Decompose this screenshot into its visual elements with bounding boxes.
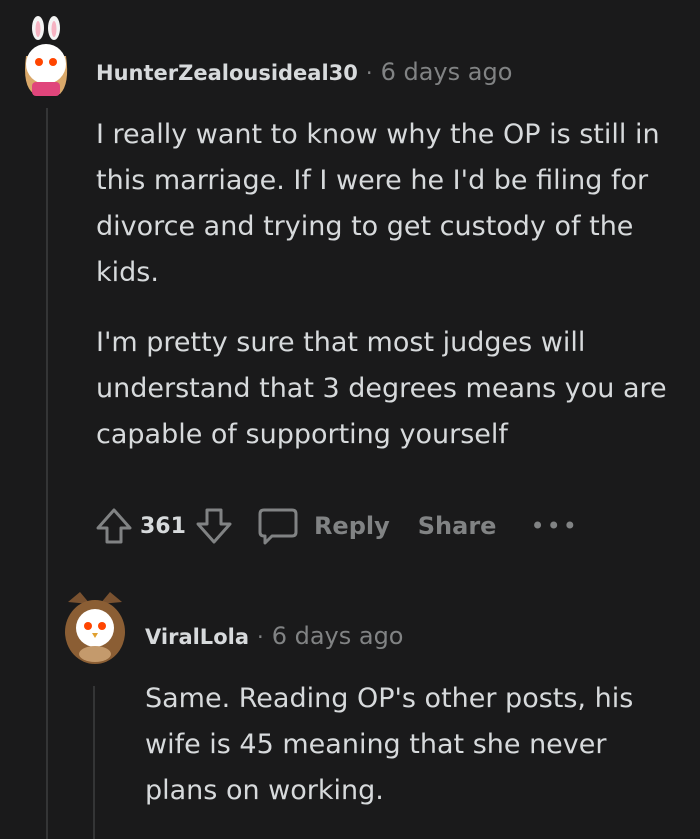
comment-paragraph: I really want to know why the OP is stil… xyxy=(96,119,660,288)
comment-body: Same. Reading OP's other posts, his wife… xyxy=(145,676,665,814)
comment-bubble-icon xyxy=(258,508,298,545)
bunny-avatar-icon xyxy=(25,16,68,96)
owl-avatar-icon xyxy=(65,592,125,664)
comment-actions: 361 Reply Share ••• xyxy=(94,504,579,548)
downvote-arrow-icon[interactable] xyxy=(194,506,234,546)
meta-separator: · xyxy=(257,625,264,649)
comment-body: I really want to know why the OP is stil… xyxy=(96,112,686,458)
comment-paragraph: I'm pretty sure that most judges will un… xyxy=(96,327,667,450)
share-button[interactable]: Share xyxy=(418,512,497,540)
reply-button[interactable]: Reply xyxy=(256,504,390,548)
comment-paragraph: Same. Reading OP's other posts, his wife… xyxy=(145,683,634,806)
comment-meta: HunterZealousideal30 · 6 days ago xyxy=(96,58,512,86)
more-options-button[interactable]: ••• xyxy=(530,512,578,540)
username-link[interactable]: ViralLola xyxy=(145,625,249,649)
avatar[interactable] xyxy=(12,16,82,100)
timestamp-link[interactable]: 6 days ago xyxy=(381,58,513,86)
comment-meta: ViralLola · 6 days ago xyxy=(145,622,404,650)
upvote-arrow-icon[interactable] xyxy=(94,506,134,546)
thread-line-reply[interactable] xyxy=(93,686,95,839)
thread-line-primary[interactable] xyxy=(46,108,48,839)
username-link[interactable]: HunterZealousideal30 xyxy=(96,61,358,85)
reply-label[interactable]: Reply xyxy=(314,512,390,540)
vote-score: 361 xyxy=(140,513,186,539)
meta-separator: · xyxy=(365,61,373,85)
avatar[interactable] xyxy=(60,588,130,666)
timestamp-link[interactable]: 6 days ago xyxy=(272,622,404,650)
